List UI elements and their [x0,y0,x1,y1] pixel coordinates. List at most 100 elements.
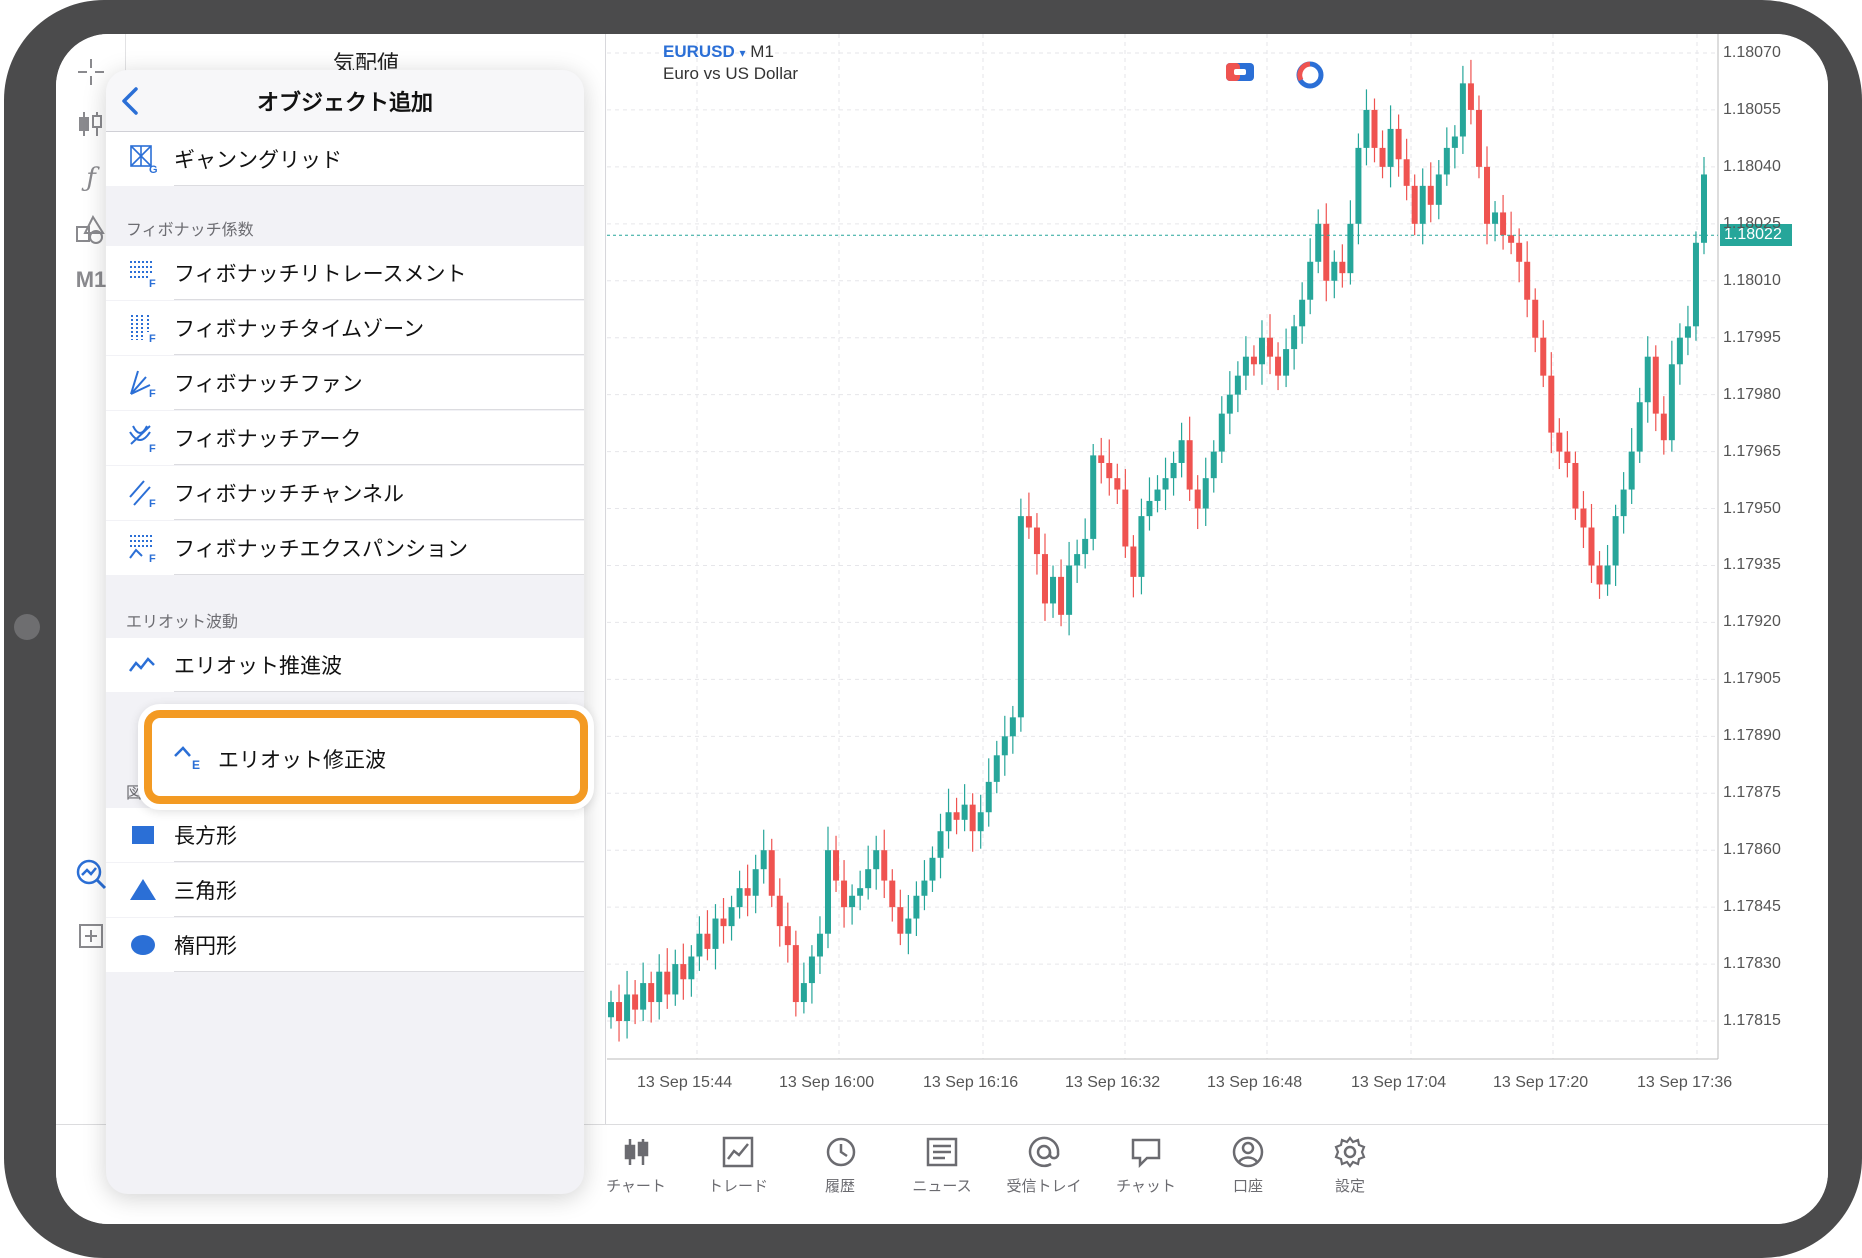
candle-body [1668,364,1675,441]
y-axis-tick-label: 1.17935 [1723,556,1781,574]
candle-body [1242,356,1249,376]
y-axis-tick-label: 1.17905 [1723,670,1781,688]
one-click-trading-icon[interactable] [1225,60,1255,90]
tab-chart[interactable]: チャート [586,1135,686,1215]
candle-body [1041,554,1048,604]
candle-body [881,850,888,881]
menu-item-rectangle[interactable]: 長方形 [106,808,584,862]
x-axis-tick-label: 13 Sep 17:20 [1493,1074,1589,1091]
menu-item-fibo-retracement[interactable]: F フィボナッチリトレースメント [106,246,584,300]
trade-signal-icon[interactable] [1295,60,1325,90]
fibo-expansion-icon: F [128,532,160,564]
candle-body [696,933,703,957]
candle-body [1644,356,1651,403]
candle-body [1154,489,1161,501]
fibo-timezone-icon: F [128,312,160,344]
tab-news[interactable]: ニュース [892,1135,992,1215]
x-axis-tick-label: 13 Sep 16:16 [923,1074,1019,1091]
candle-body [913,895,920,919]
candle-body [961,804,968,820]
menu-item-fibo-timezone[interactable]: F フィボナッチタイムゾーン [106,301,584,355]
tab-trade[interactable]: トレード [688,1135,788,1215]
svg-text:G: G [149,164,158,175]
menu-item-label: フィボナッチリトレースメント [174,262,467,286]
menu-item-label: フィボナッチチャンネル [174,482,404,506]
candle-body [1082,538,1089,555]
symbol-dropdown-icon[interactable]: ▾ [740,46,746,60]
svg-text:F: F [149,278,156,289]
menu-item-label: フィボナッチエクスパンション [174,537,468,561]
candle-body [1299,299,1306,327]
candle-body [1122,489,1129,547]
candle-body [816,933,823,957]
tab-settings[interactable]: 設定 [1300,1135,1400,1215]
candle-body [1017,516,1024,718]
tab-inbox[interactable]: 受信トレイ [994,1135,1094,1215]
back-chevron-icon[interactable] [116,84,146,118]
row-divider [174,916,584,917]
menu-item-label: フィボナッチタイムゾーン [174,317,425,341]
account-tab-icon [1232,1136,1264,1168]
menu-item-gann-grid[interactable]: G ギャンングリッド [106,132,584,186]
tab-history[interactable]: 履歴 [790,1135,890,1215]
menu-item-triangle[interactable]: 三角形 [106,863,584,917]
candle-body [953,812,960,820]
candle-body [1250,356,1257,365]
tab-chat[interactable]: チャット [1096,1135,1196,1215]
gear-icon [1334,1136,1366,1168]
candle-body [1459,83,1466,137]
tab-settings-label: 設定 [1334,1177,1365,1195]
add-object-popup: オブジェクト追加 G ギャンングリッド フィボナッチ係数 F フィボナッチリトレースメン… [106,70,584,1194]
price-chart[interactable]: EURUSD ▾ M1 Euro vs US Dollar 1.18022 1.… [607,34,1828,1124]
candle-body [1636,402,1643,452]
candle-body [857,888,864,896]
candle-body [1009,717,1016,737]
candle-body [1395,128,1402,160]
candle-body [1178,440,1185,463]
menu-item-elliott-correction[interactable]: E エリオット修正波 [144,710,588,804]
menu-item-fibo-arc[interactable]: F フィボナッチアーク [106,411,584,465]
candle-body [1291,326,1298,350]
candle-body [1572,462,1579,509]
tab-account[interactable]: 口座 [1198,1135,1298,1215]
candle-body [1676,337,1683,365]
candle-body [1098,455,1105,463]
menu-item-fibo-expansion[interactable]: F フィボナッチエクスパンション [106,521,584,575]
menu-item-label: ギャンングリッド [174,148,342,172]
candle-body [1258,337,1265,365]
row-divider [174,519,584,520]
menu-item-label: 三角形 [174,879,237,903]
candle-body [1596,565,1603,585]
inbox-at-icon [1028,1136,1060,1168]
menu-item-fibo-channel[interactable]: F フィボナッチチャンネル [106,466,584,520]
candle-body [640,983,647,1010]
symbol-name[interactable]: EURUSD [663,42,735,61]
candle-body [1226,394,1233,414]
candle-body [1652,356,1659,414]
tab-news-label: ニュース [912,1177,972,1195]
candle-body [1701,174,1707,243]
y-axis-tick-label: 1.18055 [1723,100,1781,118]
candle-body [921,880,928,896]
trade-tab-icon [722,1136,754,1168]
candle-body [1419,185,1426,224]
tab-chat-label: チャット [1116,1177,1176,1195]
candle-body [1556,432,1563,452]
menu-item-elliott-impulse[interactable]: エリオット推進波 [106,638,584,692]
menu-item-ellipse[interactable]: 楕円形 [106,918,584,972]
candle-body [873,850,880,870]
candle-body [704,933,711,949]
menu-item-label: 楕円形 [174,934,237,958]
candle-body [1210,451,1217,479]
candle-body [945,812,952,832]
menu-item-fibo-fan[interactable]: F フィボナッチファン [106,356,584,410]
chart-canvas[interactable] [607,34,1828,1124]
tab-account-label: 口座 [1232,1177,1263,1195]
candle-body [1138,516,1145,577]
camera-dot [14,614,40,640]
svg-text:F: F [149,498,156,509]
candle-body [1500,212,1507,236]
candle-body [1355,147,1362,224]
symbol-header[interactable]: EURUSD ▾ M1 [663,42,774,62]
y-axis-tick-label: 1.17965 [1723,442,1781,460]
